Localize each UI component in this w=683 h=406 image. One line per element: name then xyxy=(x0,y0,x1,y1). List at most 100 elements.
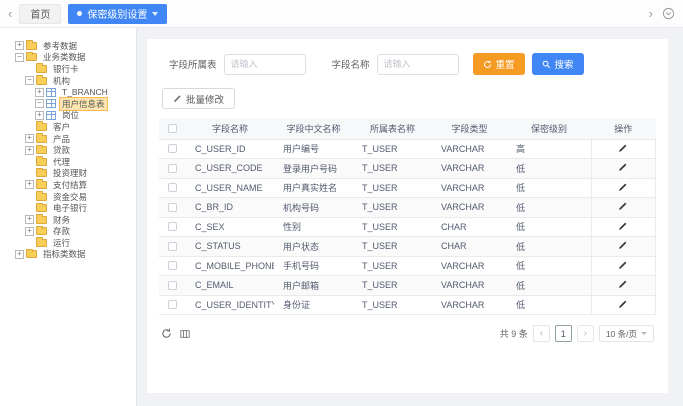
edit-row-button[interactable] xyxy=(618,240,628,250)
plus-expander-icon[interactable]: + xyxy=(15,41,24,50)
table-row: C_MOBILE_PHONE手机号码T_USERVARCHAR低 xyxy=(159,256,656,276)
chevron-down-icon[interactable] xyxy=(152,12,158,16)
folder-icon xyxy=(36,146,47,154)
row-checkbox[interactable] xyxy=(168,183,177,192)
tabs-menu-icon[interactable] xyxy=(662,7,675,20)
refresh-icon[interactable] xyxy=(161,328,172,339)
row-checkbox[interactable] xyxy=(168,242,177,251)
select-all-checkbox[interactable] xyxy=(168,124,177,133)
plus-expander-icon[interactable]: + xyxy=(25,146,34,155)
search-button[interactable]: 搜索 xyxy=(532,53,584,75)
tab-security-level-settings[interactable]: 保密级别设置 xyxy=(68,4,167,24)
edit-icon xyxy=(173,94,182,103)
minus-expander-icon[interactable]: − xyxy=(35,99,44,108)
field-cname-cell: 用户邮箱 xyxy=(274,276,353,296)
pencil-icon xyxy=(618,162,628,172)
field-cname-cell: 性别 xyxy=(274,217,353,237)
plus-expander-icon[interactable]: + xyxy=(15,250,24,259)
folder-icon xyxy=(36,135,47,143)
security-level-cell: 低 xyxy=(507,276,591,296)
minus-expander-icon[interactable]: − xyxy=(25,76,34,85)
row-checkbox[interactable] xyxy=(168,261,177,270)
folder-icon xyxy=(36,158,47,166)
current-page-button[interactable]: 1 xyxy=(555,325,572,342)
row-checkbox-cell xyxy=(159,276,186,296)
row-checkbox[interactable] xyxy=(168,281,177,290)
reset-icon xyxy=(483,60,492,69)
data-category-tree: +参考数据−业务类数据银行卡−机构+T_BRANCH−用户信息表+岗位客户+产品… xyxy=(0,28,137,406)
tree-item[interactable]: −机构 xyxy=(0,75,136,87)
field-name-cell: C_USER_CODE xyxy=(186,159,274,179)
plus-expander-icon[interactable]: + xyxy=(35,111,44,120)
operation-cell xyxy=(591,178,656,198)
chevron-down-icon xyxy=(641,332,647,335)
edit-row-button[interactable] xyxy=(618,299,628,309)
tabs-scroll-right-icon[interactable]: › xyxy=(649,7,653,20)
column-header: 字段类型 xyxy=(432,118,507,139)
row-checkbox[interactable] xyxy=(168,164,177,173)
plus-expander-icon[interactable]: + xyxy=(25,134,34,143)
field-type-cell: VARCHAR xyxy=(432,276,507,296)
security-level-cell: 低 xyxy=(507,178,591,198)
column-header: 字段中文名称 xyxy=(274,118,353,139)
field-cname-cell: 登录用户号码 xyxy=(274,159,353,179)
tabs-scroll-left-icon[interactable]: ‹ xyxy=(8,7,12,20)
edit-row-button[interactable] xyxy=(618,221,628,231)
row-checkbox[interactable] xyxy=(168,222,177,231)
batch-edit-button[interactable]: 批量修改 xyxy=(162,88,235,109)
row-checkbox[interactable] xyxy=(168,300,177,309)
plus-expander-icon[interactable]: + xyxy=(25,180,34,189)
edit-row-button[interactable] xyxy=(618,260,628,270)
edit-row-button[interactable] xyxy=(618,279,628,289)
expander-spacer xyxy=(25,238,34,247)
field-table-input[interactable] xyxy=(224,54,306,75)
tree-item[interactable]: + 指标类数据 xyxy=(0,249,136,261)
column-settings-icon[interactable] xyxy=(180,329,190,339)
table-icon xyxy=(46,99,56,108)
row-checkbox-cell xyxy=(159,139,186,159)
folder-icon xyxy=(36,77,47,85)
edit-row-button[interactable] xyxy=(618,201,628,211)
minus-expander-icon[interactable]: − xyxy=(15,53,24,62)
next-page-button[interactable]: › xyxy=(577,325,594,342)
edit-row-button[interactable] xyxy=(618,182,628,192)
operation-cell xyxy=(591,217,656,237)
reset-button[interactable]: 重置 xyxy=(473,53,525,75)
pencil-icon xyxy=(618,221,628,231)
operation-cell xyxy=(591,198,656,218)
pencil-icon xyxy=(618,299,628,309)
tab-home[interactable]: 首页 xyxy=(19,4,61,24)
prev-page-button[interactable]: ‹ xyxy=(533,325,550,342)
row-checkbox-cell xyxy=(159,237,186,257)
page-size-select[interactable]: 10 条/页 xyxy=(599,325,654,342)
field-name-cell: C_BR_ID xyxy=(186,198,274,218)
expander-spacer xyxy=(25,122,34,131)
folder-icon xyxy=(36,65,47,73)
expander-spacer xyxy=(25,192,34,201)
tab-active-label: 保密级别设置 xyxy=(87,6,147,21)
operation-cell xyxy=(591,139,656,159)
row-checkbox[interactable] xyxy=(168,203,177,212)
row-checkbox-cell xyxy=(159,178,186,198)
folder-icon xyxy=(36,216,47,224)
row-checkbox[interactable] xyxy=(168,144,177,153)
field-type-cell: CHAR xyxy=(432,217,507,237)
column-header: 所属表名称 xyxy=(353,118,432,139)
row-checkbox-cell xyxy=(159,198,186,218)
edit-row-button[interactable] xyxy=(618,143,628,153)
operation-cell xyxy=(591,256,656,276)
tree-item-label: 指标类数据 xyxy=(40,247,89,261)
table-row: C_EMAIL用户邮箱T_USERVARCHAR低 xyxy=(159,276,656,296)
plus-expander-icon[interactable]: + xyxy=(25,227,34,236)
field-name-input[interactable] xyxy=(377,54,459,75)
operation-cell xyxy=(591,159,656,179)
table-name-cell: T_USER xyxy=(353,159,432,179)
table-row: C_STATUS用户状态T_USERCHAR低 xyxy=(159,237,656,257)
edit-row-button[interactable] xyxy=(618,162,628,172)
total-count: 共 9 条 xyxy=(500,327,528,340)
folder-icon xyxy=(36,204,47,212)
plus-expander-icon[interactable]: + xyxy=(25,215,34,224)
field-type-cell: VARCHAR xyxy=(432,256,507,276)
plus-expander-icon[interactable]: + xyxy=(35,88,44,97)
field-type-cell: CHAR xyxy=(432,237,507,257)
